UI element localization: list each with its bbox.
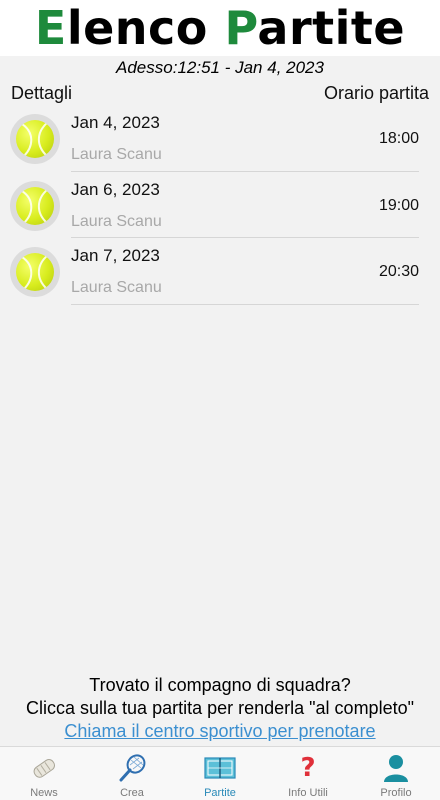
row-divider <box>71 237 419 238</box>
match-player: Laura Scanu <box>71 212 162 230</box>
column-headers: Dettagli Orario partita <box>0 83 440 105</box>
match-player: Laura Scanu <box>71 146 162 163</box>
match-date: Jan 6, 2023 <box>71 179 160 199</box>
tennis-ball-icon <box>10 180 60 231</box>
row-divider <box>71 303 419 305</box>
tab-crea[interactable]: Crea <box>88 747 176 800</box>
info-click-to-complete: Clicca sulla tua partita per renderla "a… <box>26 698 414 718</box>
match-time: 18:00 <box>378 130 419 147</box>
column-header-details: Dettagli <box>11 83 73 103</box>
info-section: Trovato il compagno di squadra? Clicca s… <box>0 674 440 743</box>
match-row[interactable]: Jan 6, 2023 Laura Scanu 19:00 <box>0 177 440 244</box>
tab-label: News <box>30 787 58 799</box>
current-time-line: Adesso:12:51 - Jan 4, 2023 <box>0 58 440 80</box>
match-time: 20:30 <box>378 263 419 280</box>
match-date: Jan 7, 2023 <box>71 246 160 265</box>
tennis-racket-icon <box>116 753 148 783</box>
match-list: Jan 4, 2023 Laura Scanu 18:00 Jan 6, 202… <box>0 110 440 310</box>
call-sports-center-link[interactable]: Chiama il centro sportivo per prenotare <box>0 720 440 743</box>
info-teammate-found: Trovato il compagno di squadra? <box>89 675 351 695</box>
title-accent-letter-e: E <box>34 1 67 55</box>
tab-label: Crea <box>120 787 144 799</box>
tennis-ball-icon <box>10 114 60 164</box>
tab-partite[interactable]: Partite <box>176 747 264 800</box>
app-header: Elenco Partite <box>0 0 440 56</box>
tab-profilo[interactable]: Profilo <box>352 747 440 800</box>
user-icon <box>380 753 412 783</box>
tennis-ball-icon <box>10 247 60 297</box>
newspaper-icon <box>28 753 60 783</box>
current-time-value: 12:51 - Jan 4, 2023 <box>177 58 324 77</box>
title-text-part-2: artite <box>257 1 406 55</box>
tab-news[interactable]: News <box>0 747 88 800</box>
tab-info-utili[interactable]: ? Info Utili <box>264 747 352 800</box>
match-time: 19:00 <box>378 196 419 214</box>
title-accent-letter-p: P <box>224 1 258 55</box>
match-player: Laura Scanu <box>71 279 162 296</box>
match-date: Jan 4, 2023 <box>71 113 160 132</box>
row-divider <box>71 170 419 172</box>
current-time-label: Adesso: <box>116 58 178 77</box>
tennis-court-icon <box>204 753 236 783</box>
tab-label: Partite <box>204 787 236 799</box>
page-title: Elenco Partite <box>35 5 405 51</box>
tab-label: Info Utili <box>288 787 328 799</box>
column-header-match-time: Orario partita <box>323 83 429 103</box>
tab-label: Profilo <box>380 787 412 799</box>
match-row[interactable]: Jan 7, 2023 Laura Scanu 20:30 <box>0 243 440 310</box>
title-text-part-1: lenco <box>66 1 225 55</box>
bottom-tab-bar: News Crea Partite ? Info Utili Profilo <box>0 746 440 800</box>
question-mark-icon: ? <box>300 753 316 783</box>
match-row[interactable]: Jan 4, 2023 Laura Scanu 18:00 <box>0 110 440 177</box>
